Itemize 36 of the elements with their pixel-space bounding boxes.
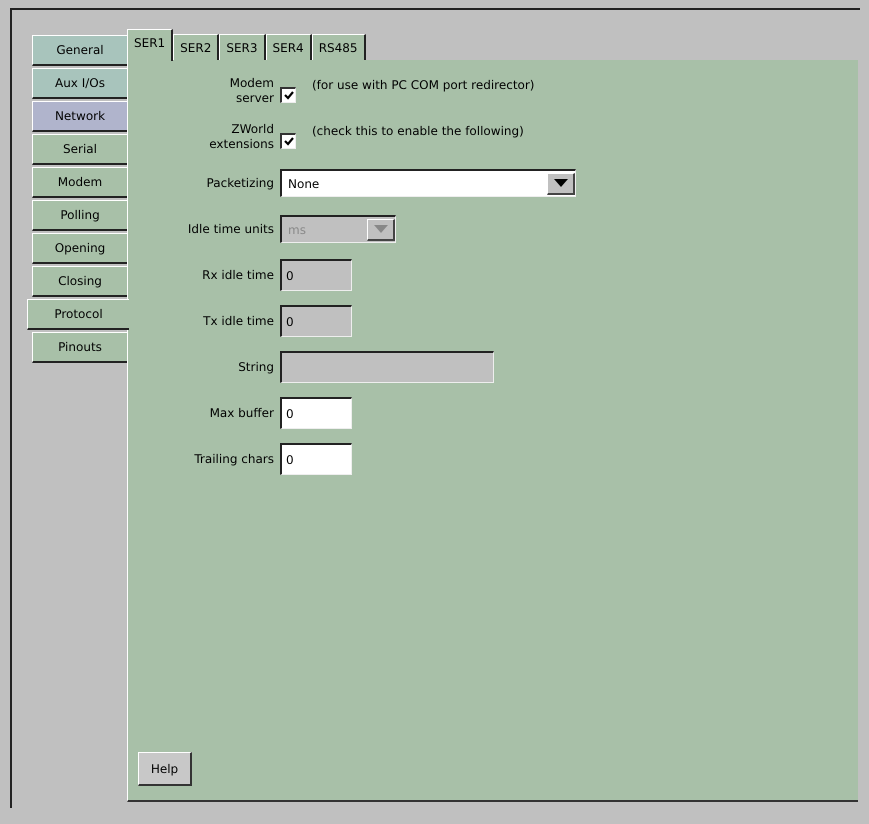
- side-tab[interactable]: Modem: [32, 167, 127, 198]
- side-tab[interactable]: Polling: [32, 200, 127, 231]
- field-label: Trailing chars: [193, 452, 274, 466]
- hint-text: (check this to enable the following): [312, 124, 524, 138]
- field-label: String: [237, 360, 274, 374]
- tab[interactable]: RS485: [312, 34, 366, 60]
- side-tab[interactable]: Closing: [32, 266, 127, 297]
- field-label: Idle time units: [186, 222, 274, 236]
- side-tab[interactable]: General: [32, 35, 127, 66]
- field-label: Packetizing: [206, 176, 274, 190]
- field-label: Modem server: [228, 76, 274, 106]
- tab[interactable]: SER3: [219, 34, 266, 60]
- tab[interactable]: SER2: [173, 34, 220, 60]
- side-tab[interactable]: Opening: [32, 233, 127, 264]
- field-label: Rx idle time: [201, 268, 274, 282]
- checkbox[interactable]: [280, 133, 296, 149]
- side-tab[interactable]: Pinouts: [32, 332, 127, 363]
- input-field[interactable]: 0: [280, 443, 352, 475]
- side-tab[interactable]: Serial: [32, 134, 127, 165]
- dropdown[interactable]: None: [280, 169, 576, 197]
- check-icon: [284, 137, 294, 146]
- help-button[interactable]: Help: [138, 752, 192, 786]
- side-tab[interactable]: Aux I/Os: [32, 68, 127, 99]
- caret-icon: [367, 218, 395, 240]
- side-tab[interactable]: Protocol: [27, 299, 129, 330]
- tab[interactable]: SER1: [127, 29, 174, 61]
- field-label: Tx idle time: [202, 314, 274, 328]
- caret-icon: [547, 172, 575, 194]
- field-label: ZWorld extensions: [208, 122, 274, 152]
- checkbox[interactable]: [280, 87, 296, 103]
- check-icon: [284, 91, 294, 100]
- hint-text: (for use with PC COM port redirector): [312, 78, 534, 92]
- tab[interactable]: SER4: [266, 34, 312, 60]
- field-label: Max buffer: [208, 406, 274, 420]
- input-field[interactable]: 0: [280, 397, 352, 429]
- side-tab[interactable]: Network: [32, 101, 127, 132]
